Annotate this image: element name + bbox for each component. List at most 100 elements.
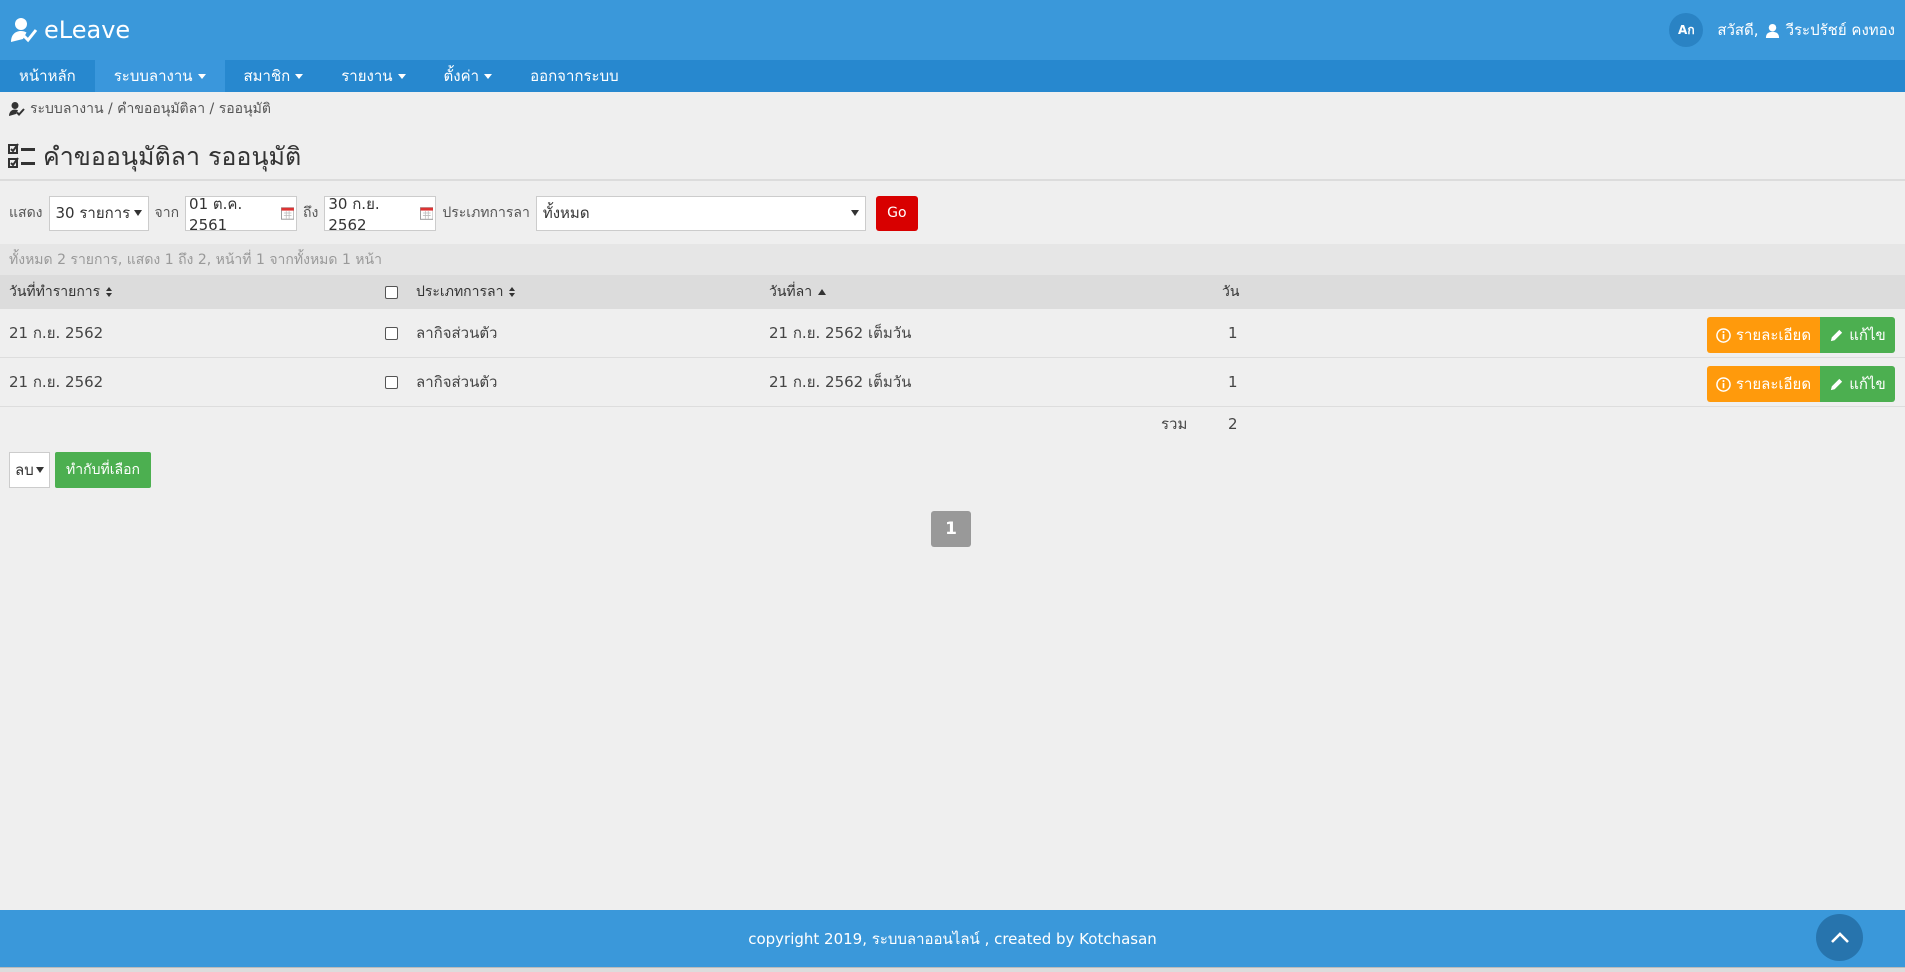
nav-label: ระบบลางาน — [113, 67, 193, 85]
select-all-checkbox[interactable] — [385, 285, 398, 299]
detail-button[interactable]: รายละเอียด — [1707, 366, 1820, 402]
bulk-actions: ลบ ทำกับที่เลือก — [9, 452, 151, 488]
top-header: eLeave Aก สวัสดี, วีระปรัชย์ คงทอง — [0, 0, 1905, 60]
dropdown-arrow-icon — [133, 210, 142, 216]
row-actions: รายละเอียด แก้ไข — [1707, 317, 1895, 353]
window-bottom-edge — [0, 967, 1905, 972]
nav-home[interactable]: หน้าหลัก — [0, 60, 95, 92]
page-size-value: 30 รายการ — [55, 204, 131, 222]
nav-members[interactable]: สมาชิก — [225, 60, 323, 92]
edit-button[interactable]: แก้ไข — [1820, 317, 1895, 353]
nav-leave-system[interactable]: ระบบลางาน — [94, 60, 225, 92]
user-icon — [1765, 23, 1779, 38]
row-checkbox-cell — [385, 309, 398, 357]
chevron-up-icon — [1830, 931, 1849, 943]
nav-settings[interactable]: ตั้งค่า — [425, 60, 512, 92]
user-greeting[interactable]: สวัสดี, วีระปรัชย์ คงทอง — [1717, 18, 1895, 42]
bulk-action-select[interactable]: ลบ — [9, 452, 50, 488]
greeting-text: สวัสดี, — [1717, 21, 1759, 39]
sort-icon — [106, 287, 113, 297]
page-title: คำขออนุมัติลา รออนุมัติ — [8, 137, 301, 177]
table-row: 21 ก.ย. 2562 ลากิจส่วนตัว 21 ก.ย. 2562 เ… — [0, 358, 1905, 407]
from-date-input[interactable]: 01 ต.ค. 2561 — [185, 195, 298, 234]
info-icon — [1716, 376, 1731, 392]
leave-table: วันที่ทำรายการ ประเภทการลา วันที่ลา วัน … — [0, 275, 1905, 441]
column-created-header[interactable]: วันที่ทำรายการ — [9, 275, 113, 309]
pencil-icon — [1831, 329, 1843, 341]
to-label: ถึง — [303, 205, 319, 221]
nav-reports[interactable]: รายงาน — [322, 60, 424, 92]
sort-asc-icon — [818, 289, 827, 295]
scroll-to-top-button[interactable] — [1816, 914, 1863, 961]
show-label: แสดง — [9, 205, 43, 221]
row-checkbox-cell — [385, 358, 398, 406]
column-leave-date-header[interactable]: วันที่ลา — [769, 275, 827, 309]
column-label: วัน — [1222, 284, 1240, 300]
dropdown-arrow-icon — [36, 467, 44, 473]
column-label: วันที่ลา — [769, 284, 813, 300]
total-value: 2 — [1228, 415, 1238, 433]
dropdown-arrow-icon — [850, 210, 859, 216]
caret-down-icon — [295, 73, 304, 79]
divider — [0, 179, 1905, 181]
column-type-header[interactable]: ประเภทการลา — [416, 275, 516, 309]
column-label: วันที่ทำรายการ — [9, 284, 101, 300]
from-label: จาก — [154, 205, 180, 221]
leave-type-select[interactable]: ทั้งหมด — [535, 195, 866, 231]
caret-down-icon — [397, 73, 406, 79]
nav-logout[interactable]: ออกจากระบบ — [511, 60, 638, 92]
language-switch[interactable]: Aก — [1669, 13, 1704, 47]
info-icon — [1716, 327, 1731, 343]
footer-text: copyright 2019, ระบบลาออนไลน์ , created … — [748, 929, 1157, 948]
to-date-input[interactable]: 30 ก.ย. 2562 — [324, 195, 437, 234]
column-days-header: วัน — [1222, 275, 1239, 309]
breadcrumb-text[interactable]: ระบบลางาน / คำขออนุมัติลา / รออนุมัติ — [30, 98, 271, 120]
leave-date-cell: 21 ก.ย. 2562 เต็มวัน — [769, 373, 912, 391]
total-label: รวม — [1161, 415, 1188, 433]
bulk-action-value: ลบ — [15, 461, 34, 479]
total-row: รวม 2 — [0, 407, 1905, 441]
table-row: 21 ก.ย. 2562 ลากิจส่วนตัว 21 ก.ย. 2562 เ… — [0, 309, 1905, 358]
page-title-text: คำขออนุมัติลา รออนุมัติ — [43, 142, 302, 171]
leave-type-value: ทั้งหมด — [542, 204, 590, 222]
brand-name: eLeave — [44, 16, 131, 44]
edit-label: แก้ไข — [1849, 326, 1886, 344]
page-button-current[interactable]: 1 — [931, 511, 971, 547]
nav-label: ตั้งค่า — [443, 67, 480, 85]
page-size-select[interactable]: 30 รายการ — [48, 195, 149, 231]
edit-button[interactable]: แก้ไข — [1820, 366, 1895, 402]
days-cell: 1 — [1228, 373, 1238, 391]
pencil-icon — [1831, 378, 1843, 390]
edit-label: แก้ไข — [1849, 375, 1886, 393]
checklist-icon — [8, 143, 35, 168]
apply-selected-button[interactable]: ทำกับที่เลือก — [55, 452, 151, 488]
row-checkbox[interactable] — [385, 375, 398, 389]
app-logo[interactable]: eLeave — [10, 16, 130, 44]
row-actions: รายละเอียด แก้ไข — [1707, 366, 1895, 402]
user-name: วีระปรัชย์ คงทอง — [1785, 21, 1895, 39]
type-cell: ลากิจส่วนตัว — [416, 373, 498, 391]
row-checkbox[interactable] — [385, 326, 398, 340]
nav-label: ออกจากระบบ — [530, 67, 619, 85]
nav-label: รายงาน — [341, 67, 393, 85]
caret-down-icon — [484, 73, 493, 79]
column-label: ประเภทการลา — [416, 284, 504, 300]
sort-icon — [509, 287, 516, 297]
caret-down-icon — [197, 73, 206, 79]
leave-type-label: ประเภทการลา — [442, 205, 530, 221]
filter-bar: แสดง 30 รายการ จาก 01 ต.ค. 2561 ถึง 30 ก… — [9, 195, 918, 234]
nav-label: หน้าหลัก — [19, 67, 76, 85]
select-all-checkbox-cell — [385, 275, 398, 309]
breadcrumb: ระบบลางาน / คำขออนุมัติลา / รออนุมัติ — [9, 98, 271, 120]
result-summary: ทั้งหมด 2 รายการ, แสดง 1 ถึง 2, หน้าที่ … — [0, 244, 1905, 275]
leave-date-cell: 21 ก.ย. 2562 เต็มวัน — [769, 324, 912, 342]
go-button[interactable]: Go — [875, 195, 918, 231]
detail-label: รายละเอียด — [1735, 375, 1812, 393]
user-check-icon — [11, 18, 38, 43]
created-cell: 21 ก.ย. 2562 — [9, 373, 104, 391]
calendar-icon[interactable] — [419, 206, 434, 220]
calendar-icon[interactable] — [280, 206, 295, 220]
created-cell: 21 ก.ย. 2562 — [9, 324, 104, 342]
to-date-value: 30 ก.ย. 2562 — [328, 195, 380, 234]
detail-button[interactable]: รายละเอียด — [1707, 317, 1820, 353]
